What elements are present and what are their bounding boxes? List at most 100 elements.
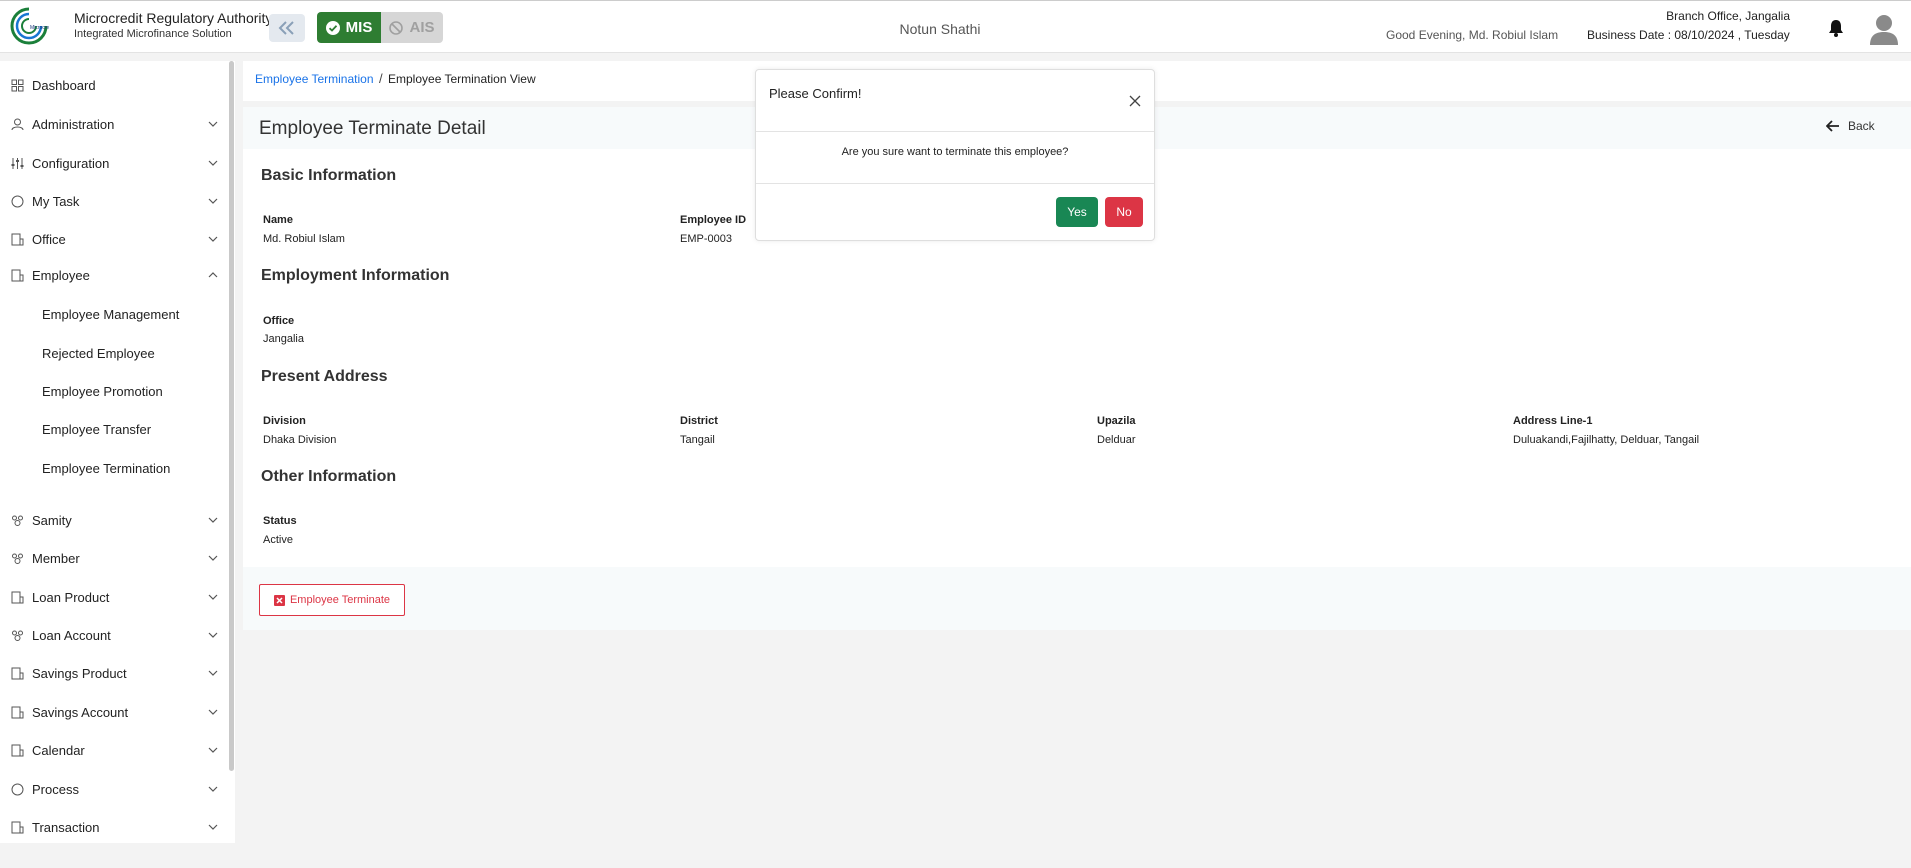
- chevron-down-icon: [208, 236, 218, 242]
- process-icon: [11, 783, 24, 795]
- sidebar-item-administration[interactable]: Administration: [0, 110, 228, 138]
- sidebar-item-label: Member: [32, 550, 80, 566]
- breadcrumb-link-employee-termination[interactable]: Employee Termination: [255, 72, 374, 86]
- arrow-left-icon: [1826, 120, 1839, 132]
- modal-divider: [756, 183, 1154, 184]
- sidebar-item-label: Dashboard: [32, 77, 96, 93]
- user-avatar-icon[interactable]: [1869, 13, 1899, 45]
- samity-icon: [12, 515, 23, 526]
- loan-product-icon: [11, 591, 24, 603]
- employee-terminate-button[interactable]: Employee Terminate: [259, 584, 405, 616]
- greeting-text: Good Evening, Md. Robiul Islam: [1386, 28, 1559, 42]
- section-present-address: Present Address: [261, 368, 388, 385]
- sidebar: Dashboard Administration Configuration M…: [0, 61, 235, 843]
- sidebar-item-label: Employee: [32, 267, 90, 283]
- sidebar-item-label: Transaction: [32, 819, 100, 835]
- modal-title: Please Confirm!: [769, 86, 862, 101]
- business-date: Business Date : 08/10/2024 , Tuesday: [1587, 28, 1790, 42]
- sidebar-item-samity[interactable]: Samity: [0, 506, 228, 534]
- confirm-yes-button[interactable]: Yes: [1056, 197, 1098, 227]
- page-title: Employee Terminate Detail: [259, 118, 486, 139]
- back-button[interactable]: Back: [1826, 119, 1875, 133]
- calendar-icon: [11, 744, 24, 756]
- member-icon: [12, 553, 23, 564]
- sidebar-scrollbar[interactable]: [229, 61, 234, 771]
- chevron-down-icon: [208, 198, 218, 204]
- sidebar-item-label: My Task: [32, 193, 80, 209]
- upazila-label: Upazila: [1097, 415, 1136, 427]
- office-icon: [11, 233, 24, 245]
- sidebar-item-label: Office: [32, 231, 66, 247]
- config-icon: [11, 157, 24, 169]
- sidebar-item-transaction[interactable]: Transaction: [0, 813, 228, 841]
- sidebar-item-employee[interactable]: Employee: [0, 261, 228, 289]
- status-label: Status: [263, 515, 297, 527]
- chevron-down-icon: [208, 594, 218, 600]
- task-icon: [11, 195, 24, 207]
- name-label: Name: [263, 214, 293, 226]
- modal-message: Are you sure want to terminate this empl…: [841, 146, 1069, 158]
- section-basic-information: Basic Information: [261, 167, 397, 184]
- sidebar-item-label: Samity: [32, 512, 72, 528]
- sidebar-item-member[interactable]: Member: [0, 544, 228, 572]
- transaction-icon: [11, 821, 24, 833]
- office-value: Jangalia: [263, 333, 304, 345]
- employee-icon: [11, 269, 24, 281]
- employee-id-label: Employee ID: [680, 214, 747, 226]
- division-value: Dhaka Division: [263, 434, 337, 446]
- sidebar-subitem-rejected-employee[interactable]: Rejected Employee: [42, 346, 155, 361]
- modal-divider: [756, 131, 1154, 132]
- chevron-down-icon: [208, 517, 218, 523]
- sidebar-item-office[interactable]: Office: [0, 225, 228, 253]
- division-label: Division: [263, 415, 306, 427]
- sidebar-item-dashboard[interactable]: Dashboard: [0, 71, 228, 99]
- breadcrumb-separator: /: [379, 71, 383, 86]
- sidebar-item-label: Calendar: [32, 742, 85, 758]
- loan-account-icon: [12, 630, 23, 641]
- chevron-down-icon: [208, 121, 218, 127]
- sidebar-item-label: Administration: [32, 116, 115, 132]
- notification-bell-icon[interactable]: [1828, 19, 1844, 37]
- sidebar-item-loan-product[interactable]: Loan Product: [0, 583, 228, 611]
- section-other-information: Other Information: [261, 468, 397, 485]
- sidebar-subitem-employee-management[interactable]: Employee Management: [42, 307, 179, 322]
- chevron-down-icon: [208, 747, 218, 753]
- card-footer: [243, 567, 1911, 630]
- admin-icon: [11, 118, 24, 130]
- sidebar-item-savings-product[interactable]: Savings Product: [0, 659, 228, 687]
- sidebar-item-label: Loan Account: [32, 627, 111, 643]
- savings-product-icon: [11, 667, 24, 679]
- sidebar-item-label: Savings Product: [32, 665, 127, 681]
- chevron-up-icon: [208, 272, 218, 278]
- close-icon[interactable]: [1129, 95, 1141, 107]
- sidebar-subitem-employee-promotion[interactable]: Employee Promotion: [42, 384, 163, 399]
- section-employment-information: Employment Information: [261, 267, 450, 284]
- chevron-down-icon: [208, 786, 218, 792]
- confirm-no-button[interactable]: No: [1105, 197, 1143, 227]
- sidebar-item-process[interactable]: Process: [0, 775, 228, 803]
- sidebar-subitem-employee-transfer[interactable]: Employee Transfer: [42, 422, 151, 437]
- chevron-down-icon: [208, 670, 218, 676]
- office-label: Office: [263, 315, 295, 327]
- chevron-down-icon: [208, 555, 218, 561]
- upazila-value: Delduar: [1097, 434, 1136, 446]
- sidebar-item-label: Loan Product: [32, 589, 110, 605]
- chevron-down-icon: [208, 632, 218, 638]
- district-value: Tangail: [680, 434, 715, 446]
- sidebar-item-calendar[interactable]: Calendar: [0, 736, 228, 764]
- chevron-down-icon: [208, 709, 218, 715]
- sidebar-item-label: Configuration: [32, 155, 110, 171]
- sidebar-item-label: Process: [32, 781, 79, 797]
- close-square-icon: [273, 594, 285, 606]
- name-value: Md. Robiul Islam: [263, 233, 345, 245]
- sidebar-item-configuration[interactable]: Configuration: [0, 149, 228, 177]
- breadcrumb-current: Employee Termination View: [388, 72, 536, 86]
- sidebar-item-savings-account[interactable]: Savings Account: [0, 698, 228, 726]
- sidebar-item-my-task[interactable]: My Task: [0, 187, 228, 215]
- address-line-label: Address Line-1: [1513, 415, 1593, 427]
- address-line-value: Duluakandi,Fajilhatty, Delduar, Tangail: [1513, 434, 1700, 446]
- chevron-down-icon: [208, 824, 218, 830]
- sidebar-item-loan-account[interactable]: Loan Account: [0, 621, 228, 649]
- sidebar-subitem-employee-termination[interactable]: Employee Termination: [42, 461, 170, 476]
- branch-office: Branch Office, Jangalia: [1666, 9, 1790, 23]
